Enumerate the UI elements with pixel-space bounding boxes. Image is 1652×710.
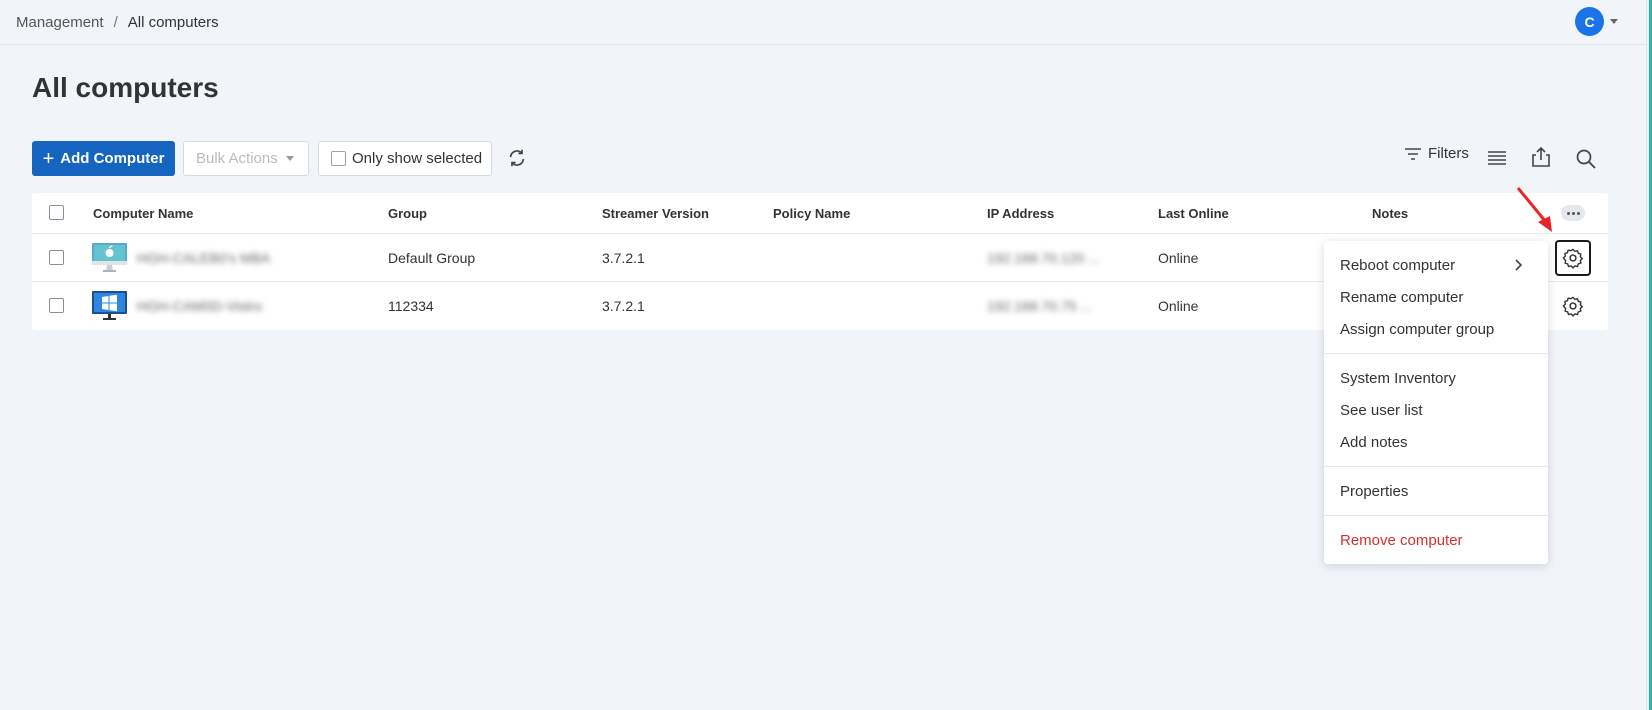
computer-name[interactable]: HGH-CALEB0's MBA: [137, 250, 270, 266]
group-cell: Default Group: [388, 250, 476, 266]
row-settings-button[interactable]: [1555, 240, 1591, 276]
last-online-cell: Online: [1158, 250, 1199, 266]
breadcrumb-management[interactable]: Management: [16, 14, 104, 31]
row-checkbox[interactable]: [49, 250, 64, 265]
column-header-computer-name[interactable]: Computer Name: [93, 206, 193, 221]
menu-item-reboot-computer[interactable]: Reboot computer: [1340, 257, 1455, 274]
menu-item-assign-computer-group[interactable]: Assign computer group: [1340, 321, 1494, 338]
column-header-notes[interactable]: Notes: [1372, 206, 1408, 221]
filters-label: Filters: [1428, 145, 1469, 162]
gear-icon: [1562, 296, 1584, 317]
plus-icon: +: [42, 147, 55, 170]
chevron-down-icon: [285, 156, 294, 161]
annotation-arrow: [1516, 187, 1552, 232]
column-header-group[interactable]: Group: [388, 206, 427, 221]
column-header-last-online[interactable]: Last Online: [1158, 206, 1229, 221]
more-icon[interactable]: [1561, 205, 1585, 221]
group-cell: 112334: [388, 298, 434, 314]
page-title: All computers: [32, 72, 219, 103]
only-selected-label: Only show selected: [352, 150, 483, 167]
menu-divider: [1324, 466, 1548, 467]
row-checkbox[interactable]: [49, 298, 64, 313]
only-selected-checkbox[interactable]: [331, 151, 346, 166]
ip-address-cell: 192.168.70.120 ...: [987, 250, 1100, 266]
filters-button[interactable]: Filters: [1404, 145, 1469, 162]
menu-divider: [1324, 353, 1548, 354]
column-header-policy-name[interactable]: Policy Name: [773, 206, 850, 221]
search-icon[interactable]: [1576, 149, 1596, 169]
avatar[interactable]: C: [1575, 7, 1604, 36]
ip-address-cell: 192.168.70.75 ...: [987, 298, 1093, 314]
menu-item-properties[interactable]: Properties: [1340, 483, 1408, 500]
breadcrumb-separator: /: [113, 13, 118, 31]
menu-item-rename-computer[interactable]: Rename computer: [1340, 289, 1463, 306]
row-settings-button[interactable]: [1555, 288, 1591, 324]
last-online-cell: Online: [1158, 298, 1199, 314]
windows-monitor-icon: [92, 291, 127, 320]
bulk-actions-label: Bulk Actions: [196, 150, 278, 167]
export-icon[interactable]: [1531, 146, 1551, 168]
breadcrumb-current: All computers: [127, 13, 219, 31]
bulk-actions-dropdown[interactable]: Bulk Actions: [183, 141, 309, 176]
user-menu[interactable]: C: [1575, 7, 1618, 36]
menu-item-add-notes[interactable]: Add notes: [1340, 434, 1408, 451]
top-bar: Management / All computers: [0, 0, 1646, 45]
columns-icon[interactable]: [1487, 150, 1507, 166]
menu-item-system-inventory[interactable]: System Inventory: [1340, 370, 1456, 387]
chevron-right-icon: [1515, 259, 1523, 271]
add-computer-button[interactable]: + Add Computer: [32, 141, 175, 176]
column-header-ip-address[interactable]: IP Address: [987, 206, 1054, 221]
gear-icon: [1562, 248, 1584, 269]
filter-icon: [1405, 147, 1421, 160]
only-show-selected-toggle[interactable]: Only show selected: [318, 141, 492, 176]
computer-name[interactable]: HGH-CAM0D-Vistro: [137, 298, 262, 314]
add-computer-label: Add Computer: [60, 150, 165, 167]
computer-context-menu: Reboot computer Rename computer Assign c…: [1324, 241, 1548, 564]
row-divider: [32, 233, 1608, 234]
refresh-icon[interactable]: [506, 147, 528, 169]
menu-item-remove-computer[interactable]: Remove computer: [1340, 532, 1463, 549]
select-all-checkbox[interactable]: [49, 205, 64, 220]
chevron-down-icon: [1610, 19, 1618, 24]
mac-monitor-icon: [92, 243, 127, 272]
streamer-version-cell: 3.7.2.1: [602, 298, 645, 314]
column-header-streamer-version[interactable]: Streamer Version: [602, 206, 709, 221]
menu-item-see-user-list[interactable]: See user list: [1340, 402, 1423, 419]
streamer-version-cell: 3.7.2.1: [602, 250, 645, 266]
menu-divider: [1324, 515, 1548, 516]
